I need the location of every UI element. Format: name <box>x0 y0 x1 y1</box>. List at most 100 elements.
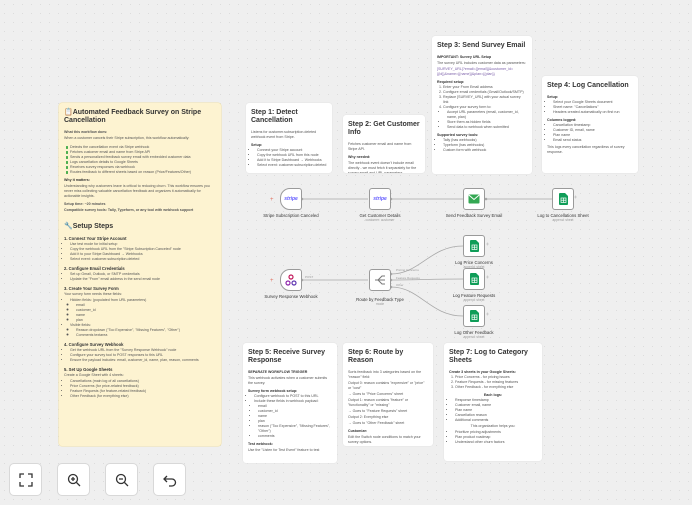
zoom-out-icon <box>115 473 128 486</box>
note-text: Output 0: reason contains "expensive" or… <box>348 381 425 390</box>
list-item: Update the "From" email address in the s… <box>70 277 216 282</box>
zoom-in-button[interactable] <box>57 463 90 496</box>
wire-label-webhook: POST <box>305 275 313 279</box>
note-text: This logs every cancellation regardless … <box>547 145 625 154</box>
overview-title: 📋Automated Feedback Survey on Stripe Can… <box>64 109 202 124</box>
step1-sticky-note[interactable]: Step 1: Detect Cancellation Listens for … <box>246 103 332 173</box>
zoom-in-icon <box>67 473 80 486</box>
step3-sticky-note[interactable]: Step 3: Send Survey Email IMPORTANT: Sur… <box>432 36 532 174</box>
fit-view-button[interactable] <box>9 463 42 496</box>
list-item: Your survey form needs these fields: <box>64 292 122 296</box>
list-item: Email send status <box>553 138 633 143</box>
section-heading: 5. Set Up Google Sheets <box>64 367 113 372</box>
note-text: → Goes to "Other Feedback" sheet <box>348 421 405 425</box>
note-title: Step 3: Send Survey Email <box>437 42 526 49</box>
note-text: → Goes to "Price Concerns" sheet <box>348 392 404 396</box>
note-text: → Goes to "Feature Requests" sheet <box>348 409 408 413</box>
list-item: Ensure the payload includes: email, cust… <box>70 358 216 363</box>
node-label: Send Feedback Survey Email <box>445 213 503 218</box>
note-text: Output 1: reason contains "feature" or "… <box>348 398 409 407</box>
list-item: Select event: customer.subscription.dele… <box>257 163 327 168</box>
step2-sticky-note[interactable]: Step 2: Get Customer Info Fetches custom… <box>343 115 425 173</box>
step5-sticky-note[interactable]: Step 5: Receive Survey Response SEPARATE… <box>243 343 337 463</box>
google-sheets-icon <box>469 273 479 285</box>
note-text: Sorts feedback into 3 categories based o… <box>348 370 422 379</box>
list-item: Routes feedback to different sheets base… <box>66 170 216 175</box>
intro-heading: What this workflow does: <box>64 130 108 134</box>
list-item: Select event: customer.subscription.dele… <box>70 257 216 262</box>
undo-button[interactable] <box>153 463 186 496</box>
list-item: Other Feedback - for everything else <box>455 385 537 390</box>
node-get-customer[interactable]: stripe <box>369 188 391 210</box>
step4-sticky-note[interactable]: Step 4: Log Cancellation Setup: Select y… <box>542 76 638 173</box>
note-subheading: Customize: <box>348 429 368 433</box>
setup-time: Setup time: ~20 minutes <box>64 202 106 206</box>
switch-icon <box>375 275 385 285</box>
node-route-switch[interactable] <box>369 269 391 291</box>
list-item: Replace [SURVEY_URL] with your actual su… <box>443 95 527 105</box>
compat-tools: Compatible survey tools: Tally, Typeform… <box>64 208 194 212</box>
note-text: Output 2: Everything else <box>348 415 389 419</box>
webhook-icon <box>285 274 297 286</box>
step7-sticky-note[interactable]: Step 7: Log to Category Sheets Create 3 … <box>444 343 542 461</box>
note-title: Step 6: Route by Reason <box>348 349 404 364</box>
note-text: Listens for customer.subscription.delete… <box>251 130 317 139</box>
section-heading: 1. Connect Your Stripe Account <box>64 236 127 241</box>
zoom-out-button[interactable] <box>105 463 138 496</box>
list-item: Understand other churn factors <box>455 440 537 445</box>
add-trigger-plus-1: + <box>270 197 274 203</box>
note-text: Use the "Listen for Test Event" feature … <box>248 448 320 452</box>
undo-icon <box>162 475 176 487</box>
setup-title: 🔧Setup Steps <box>64 223 114 230</box>
list-item: Accept URL parameters (email, customer_i… <box>447 110 527 120</box>
why-heading: Why it matters: <box>64 178 90 182</box>
overview-sticky-note[interactable]: 📋Automated Feedback Survey on Stripe Can… <box>59 103 221 446</box>
node-log-cancellations[interactable] <box>552 188 574 210</box>
list-item: reason ("Too Expensive", "Missing Featur… <box>258 424 332 434</box>
step6-sticky-note[interactable]: Step 6: Route by Reason Sorts feedback i… <box>343 343 433 446</box>
section-heading: 3. Create Your Survey Form <box>64 286 119 291</box>
overview-step-list: Detects the cancellation event via Strip… <box>64 145 216 175</box>
node-label: Log to Cancellations Sheet append: sheet <box>537 213 589 222</box>
wire-label-other: Other <box>396 283 404 287</box>
wire-label-features: Feature Requests <box>396 276 420 280</box>
node-label: Route by Feedback Type mode <box>356 297 404 306</box>
note-title: Step 1: Detect Cancellation <box>251 109 298 124</box>
survey-url-template: [SURVEY_URL]?email={{email}}&customer_id… <box>437 67 514 76</box>
list-item: Other Feedback (for everything else) <box>70 394 216 399</box>
wire-label-price: Pricing Concerns <box>396 268 419 272</box>
google-sheets-icon <box>558 193 568 205</box>
node-survey-webhook[interactable] <box>280 269 302 291</box>
note-text: The survey URL includes customer data as… <box>437 61 526 65</box>
intro-text: When a customer cancels their Stripe sub… <box>64 136 190 140</box>
node-send-email[interactable] <box>463 188 485 210</box>
email-icon <box>468 194 480 204</box>
note-title: Step 4: Log Cancellation <box>547 82 629 89</box>
note-subheading: SEPARATE WORKFLOW TRIGGER <box>248 370 308 374</box>
note-subheading: Test webhook: <box>248 442 273 446</box>
google-sheets-icon <box>469 240 479 252</box>
node-stripe-trigger[interactable]: stripe <box>280 188 302 210</box>
note-title: Step 5: Receive Survey Response <box>248 349 326 364</box>
node-log-feature[interactable] <box>463 268 485 290</box>
list-item: Headers created automatically on first r… <box>553 110 633 115</box>
stripe-icon: stripe <box>284 196 298 202</box>
note-text: Edit the Switch node conditions to match… <box>348 435 421 444</box>
node-label: Stripe Subscription Canceled <box>263 213 319 218</box>
node-label: Get Customer Details customer: customer <box>359 213 401 222</box>
list-item: Comments textarea <box>76 333 216 338</box>
note-text: This webhook activates when a customer s… <box>248 376 328 385</box>
list-item: comments <box>258 434 332 439</box>
note-title: Step 2: Get Customer Info <box>348 121 420 136</box>
node-label: Log Feature Requests append: sheet <box>452 293 496 302</box>
section-heading: 4. Configure Survey Webhook <box>64 342 124 347</box>
list-item: Custom form with webhook <box>443 148 527 153</box>
stripe-icon: stripe <box>373 196 387 202</box>
note-text: The webhook event doesn't include email … <box>348 161 417 173</box>
node-log-price[interactable] <box>463 235 485 257</box>
add-trigger-plus-2: + <box>270 278 274 284</box>
node-log-other[interactable] <box>463 305 485 327</box>
note-title: Step 7: Log to Category Sheets <box>449 349 528 364</box>
node-label: Log Other Feedback append: sheet <box>454 330 494 339</box>
section-heading: 2. Configure Email Credentials <box>64 266 125 271</box>
